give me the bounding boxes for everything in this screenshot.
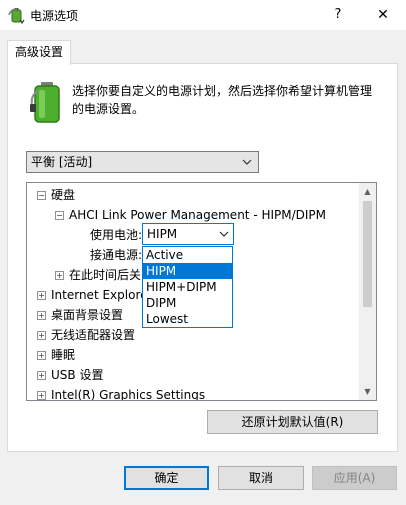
restore-defaults-button[interactable]: 还原计划默认值(R) (207, 410, 378, 434)
tree-item-label: Internet Explorer (51, 288, 153, 302)
apply-button[interactable]: 应用(A) (312, 466, 397, 490)
tree-item-label: 硬盘 (51, 188, 76, 202)
battery-setting-value: HIPM (147, 227, 178, 241)
on-battery-label: 使用电池: (90, 228, 143, 242)
expand-icon[interactable]: + (37, 291, 46, 300)
close-button[interactable]: ✕ (372, 5, 394, 25)
tab-advanced-settings[interactable]: 高级设置 (7, 40, 71, 65)
expand-icon[interactable]: + (37, 351, 46, 360)
expand-icon[interactable]: + (37, 371, 46, 380)
dropdown-option[interactable]: Active (143, 247, 232, 263)
collapse-icon[interactable]: − (55, 211, 64, 220)
plan-description: 选择你要自定义的电源计划，然后选择你希望计算机管理的电源设置。 (72, 84, 373, 116)
expand-icon[interactable]: + (55, 271, 64, 280)
expand-icon[interactable]: + (37, 391, 46, 400)
battery-setting-select[interactable]: HIPM (142, 223, 234, 245)
dropdown-option[interactable]: Lowest (143, 311, 232, 327)
tree-item-ahci[interactable]: − AHCI Link Power Management - HIPM/DIPM (55, 205, 326, 225)
scrollbar-thumb[interactable] (363, 201, 372, 307)
tree-item-after-time[interactable]: + 在此时间后关 (55, 265, 141, 285)
tree-item-label: 桌面背景设置 (51, 308, 124, 322)
expand-icon[interactable]: + (37, 311, 46, 320)
tree-item-label: 无线适配器设置 (51, 328, 136, 342)
tree-item-desktop-background[interactable]: + 桌面背景设置 (37, 305, 123, 325)
dropdown-option-selected[interactable]: HIPM (143, 263, 232, 279)
power-options-icon (8, 6, 26, 25)
scroll-up-icon[interactable]: ▲ (359, 183, 376, 200)
tree-item-label: 睡眠 (51, 348, 76, 362)
expand-icon[interactable]: + (37, 331, 46, 340)
help-button[interactable]: ? (328, 5, 348, 25)
collapse-icon[interactable]: − (37, 191, 46, 200)
tree-item-label: AHCI Link Power Management - HIPM/DIPM (69, 208, 327, 222)
battery-icon (30, 80, 64, 124)
tree-scrollbar[interactable]: ▲ ▼ (359, 183, 376, 400)
cancel-button[interactable]: 取消 (218, 466, 304, 490)
tree-item-label: Intel(R) Graphics Settings (51, 388, 206, 401)
window-title: 电源选项 (30, 9, 79, 23)
ok-button[interactable]: 确定 (124, 466, 209, 490)
tree-item-usb[interactable]: + USB 设置 (37, 365, 103, 385)
dropdown-option[interactable]: DIPM (143, 295, 232, 311)
tree-item-sleep[interactable]: + 睡眠 (37, 345, 75, 365)
tree-item-internet-explorer[interactable]: + Internet Explorer (37, 285, 152, 305)
plugged-in-label: 接通电源: (90, 248, 143, 262)
tree-item-wireless-adapter[interactable]: + 无线适配器设置 (37, 325, 135, 345)
tree-item-hard-disk[interactable]: − 硬盘 (37, 185, 75, 205)
tree-item-intel-graphics[interactable]: + Intel(R) Graphics Settings (37, 385, 206, 401)
tree-item-label: USB 设置 (51, 368, 104, 382)
chevron-down-icon (240, 152, 254, 178)
power-plan-select[interactable]: 平衡 [活动] (26, 151, 259, 173)
scroll-down-icon[interactable]: ▼ (359, 383, 376, 400)
dropdown-option[interactable]: HIPM+DIPM (143, 279, 232, 295)
battery-setting-dropdown[interactable]: Active HIPM HIPM+DIPM DIPM Lowest (142, 246, 233, 328)
tree-item-label: 在此时间后关 (69, 268, 142, 282)
power-plan-value: 平衡 [活动] (31, 155, 93, 169)
